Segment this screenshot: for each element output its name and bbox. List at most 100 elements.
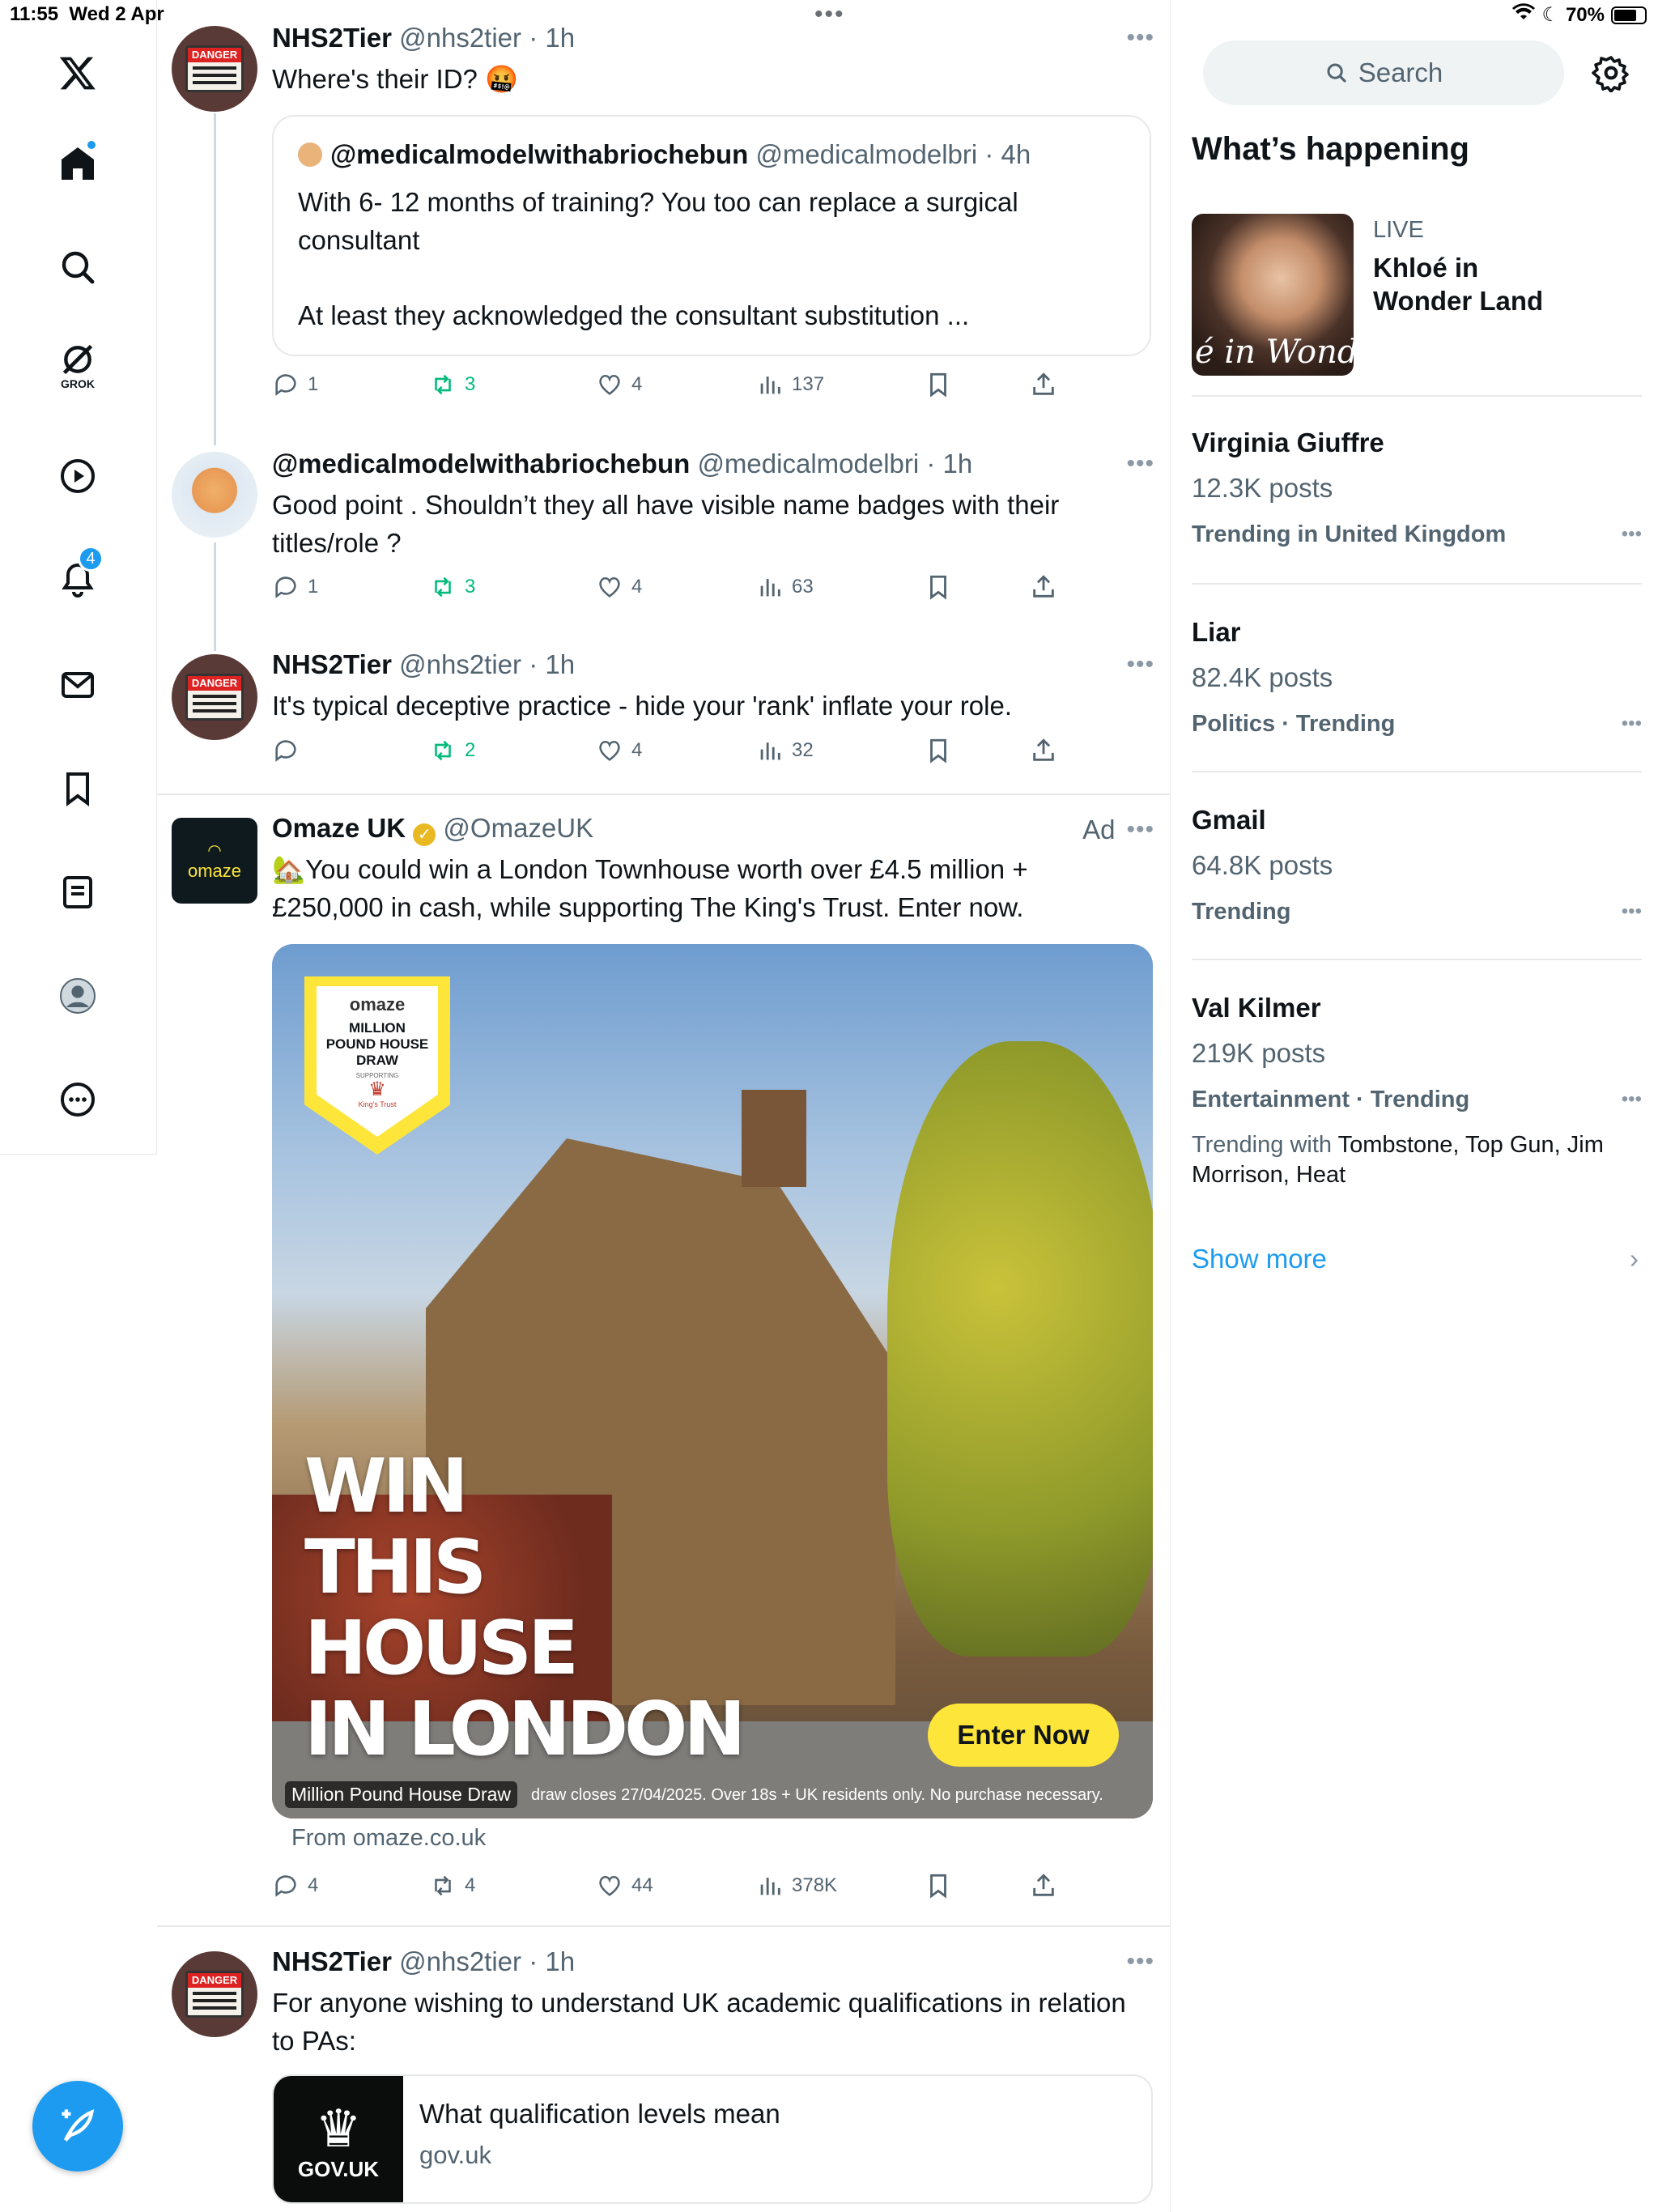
- tweet-author[interactable]: NHS2Tier @nhs2tier · 1h: [272, 649, 575, 680]
- trending-with: Trending with Tombstone, Top Gun, Jim Mo…: [1192, 1132, 1604, 1188]
- bookmarks-icon[interactable]: [44, 755, 112, 823]
- right-sidebar: Search What’s happening é in Wonder l LI…: [1171, 0, 1658, 2212]
- more-icon[interactable]: [44, 1066, 112, 1134]
- search-input[interactable]: Search: [1203, 40, 1564, 105]
- views-button[interactable]: 137: [756, 371, 824, 398]
- trend-more-button[interactable]: •••: [1622, 900, 1642, 923]
- avatar[interactable]: DANGER: [172, 26, 257, 112]
- bookmark-button[interactable]: [925, 371, 952, 398]
- tweet-2[interactable]: @medicalmodelwithabriochebun @medicalmod…: [157, 429, 1171, 632]
- link-card[interactable]: ♛ GOV.UK What qualification levels mean …: [272, 2074, 1153, 2204]
- quote-avatar-icon: [298, 143, 322, 167]
- like-button[interactable]: 4: [596, 737, 642, 764]
- home-icon[interactable]: [44, 130, 112, 198]
- reply-icon: [275, 1875, 296, 1897]
- heart-icon: [599, 741, 620, 761]
- avatar[interactable]: [172, 452, 257, 538]
- ad-source[interactable]: From omaze.co.uk: [291, 1825, 486, 1852]
- like-button[interactable]: 44: [596, 1872, 653, 1899]
- retweet-icon: [435, 740, 451, 761]
- avatar[interactable]: DANGER: [172, 654, 257, 740]
- tweet-5[interactable]: DANGER NHS2Tier @nhs2tier · 1h ••• For a…: [157, 1927, 1171, 2212]
- trend-more-button[interactable]: •••: [1622, 523, 1642, 546]
- live-thumbnail: é in Wonder l: [1192, 214, 1354, 376]
- show-more-link[interactable]: Show more ›: [1192, 1244, 1642, 1274]
- trend-item[interactable]: Virginia Giuffre 12.3K posts Trending in…: [1192, 395, 1642, 583]
- settings-icon[interactable]: [1592, 53, 1630, 93]
- trend-item[interactable]: Gmail 64.8K posts Trending •••: [1192, 771, 1642, 959]
- share-button[interactable]: [1030, 573, 1057, 601]
- timeline: DANGER NHS2Tier @nhs2tier · 1h ••• Where…: [157, 0, 1171, 2212]
- tweet-author[interactable]: Omaze UK ✓ @OmazeUK: [272, 813, 593, 846]
- views-icon: [760, 579, 780, 597]
- views-icon: [760, 1878, 780, 1895]
- tweet-more-button[interactable]: •••: [1126, 651, 1154, 678]
- tweet-author[interactable]: @medicalmodelwithabriochebun @medicalmod…: [272, 449, 972, 479]
- like-button[interactable]: 4: [596, 371, 642, 398]
- tweet-more-button[interactable]: •••: [1126, 450, 1154, 478]
- govuk-logo: ♛ GOV.UK: [274, 2076, 403, 2202]
- tweet-author[interactable]: NHS2Tier @nhs2tier · 1h: [272, 1946, 575, 1977]
- tweet-more-button[interactable]: •••: [1126, 1948, 1154, 1976]
- x-logo-icon[interactable]: [44, 39, 112, 107]
- reply-button[interactable]: 4: [272, 1872, 318, 1899]
- reply-button[interactable]: 1: [272, 573, 318, 601]
- ad-more-button[interactable]: Ad •••: [1082, 815, 1154, 845]
- share-button[interactable]: [1030, 1872, 1057, 1899]
- tweet-more-button[interactable]: •••: [1126, 24, 1154, 52]
- share-button[interactable]: [1030, 737, 1057, 764]
- retweet-button[interactable]: 3: [429, 573, 475, 601]
- trend-item[interactable]: Liar 82.4K posts Politics · Trending •••: [1192, 583, 1642, 771]
- heart-icon: [599, 1876, 620, 1896]
- share-button[interactable]: [1030, 371, 1057, 398]
- retweet-button[interactable]: 4: [429, 1872, 475, 1899]
- tweet-actions: 1 3 4 63: [272, 573, 1082, 606]
- tweet-3[interactable]: DANGER NHS2Tier @nhs2tier · 1h ••• It's …: [157, 632, 1171, 795]
- share-icon: [1033, 1874, 1054, 1896]
- views-button[interactable]: 32: [756, 737, 814, 764]
- tweet-1[interactable]: DANGER NHS2Tier @nhs2tier · 1h ••• Where…: [157, 0, 1171, 429]
- enter-now-button[interactable]: Enter Now: [928, 1704, 1119, 1767]
- tweet-actions: 2 4 32: [272, 737, 1082, 769]
- live-event[interactable]: é in Wonder l LIVE Khloé in Wonder Land: [1192, 214, 1642, 376]
- ad-fineprint: draw closes 27/04/2025. Over 18s + UK re…: [531, 1786, 1103, 1804]
- like-button[interactable]: 4: [596, 573, 642, 601]
- avatar[interactable]: ◠ omaze: [172, 818, 257, 904]
- messages-icon[interactable]: [44, 651, 112, 719]
- profile-icon[interactable]: [44, 962, 112, 1030]
- reply-icon: [275, 374, 296, 396]
- retweet-icon: [435, 1875, 451, 1896]
- retweet-button[interactable]: 2: [429, 737, 475, 764]
- search-icon[interactable]: [44, 233, 112, 301]
- search-placeholder: Search: [1358, 57, 1443, 87]
- ad-image[interactable]: omaze MILLION POUND HOUSE DRAW SUPPORTIN…: [272, 944, 1153, 1819]
- bookmark-button[interactable]: [925, 573, 952, 601]
- reply-button[interactable]: [272, 737, 308, 764]
- video-icon[interactable]: [44, 442, 112, 510]
- retweet-button[interactable]: 3: [429, 371, 475, 398]
- bookmark-button[interactable]: [925, 1872, 952, 1899]
- trend-item[interactable]: Val Kilmer 219K posts Entertainment · Tr…: [1192, 959, 1642, 1202]
- tweet-author[interactable]: NHS2Tier @nhs2tier · 1h: [272, 23, 575, 53]
- tweet-actions: 4 4 44 378K: [272, 1872, 1082, 1904]
- grok-icon[interactable]: GROK: [44, 332, 112, 400]
- link-card-title: What qualification levels mean: [419, 2099, 780, 2129]
- quoted-tweet[interactable]: @medicalmodelwithabriochebun @medicalmod…: [272, 115, 1151, 356]
- views-button[interactable]: 63: [756, 573, 814, 601]
- link-card-domain: gov.uk: [419, 2141, 492, 2169]
- reply-button[interactable]: 1: [272, 371, 318, 398]
- omaze-logo-icon: ◠: [207, 841, 222, 860]
- trend-more-button[interactable]: •••: [1622, 1088, 1642, 1111]
- trend-more-button[interactable]: •••: [1622, 713, 1642, 735]
- lists-icon[interactable]: [44, 858, 112, 926]
- views-button[interactable]: 378K: [756, 1872, 837, 1899]
- bookmark-button[interactable]: [925, 737, 952, 764]
- notifications-icon[interactable]: 4: [44, 546, 112, 614]
- thread-line: [214, 542, 216, 632]
- compose-post-button[interactable]: [32, 2081, 123, 2172]
- avatar[interactable]: DANGER: [172, 1951, 257, 2037]
- tree-shape: [887, 1041, 1153, 1657]
- heart-icon: [599, 375, 620, 395]
- reply-icon: [275, 576, 296, 598]
- ad-tweet[interactable]: ◠ omaze Omaze UK ✓ @OmazeUK Ad ••• 🏡You c…: [157, 795, 1171, 1927]
